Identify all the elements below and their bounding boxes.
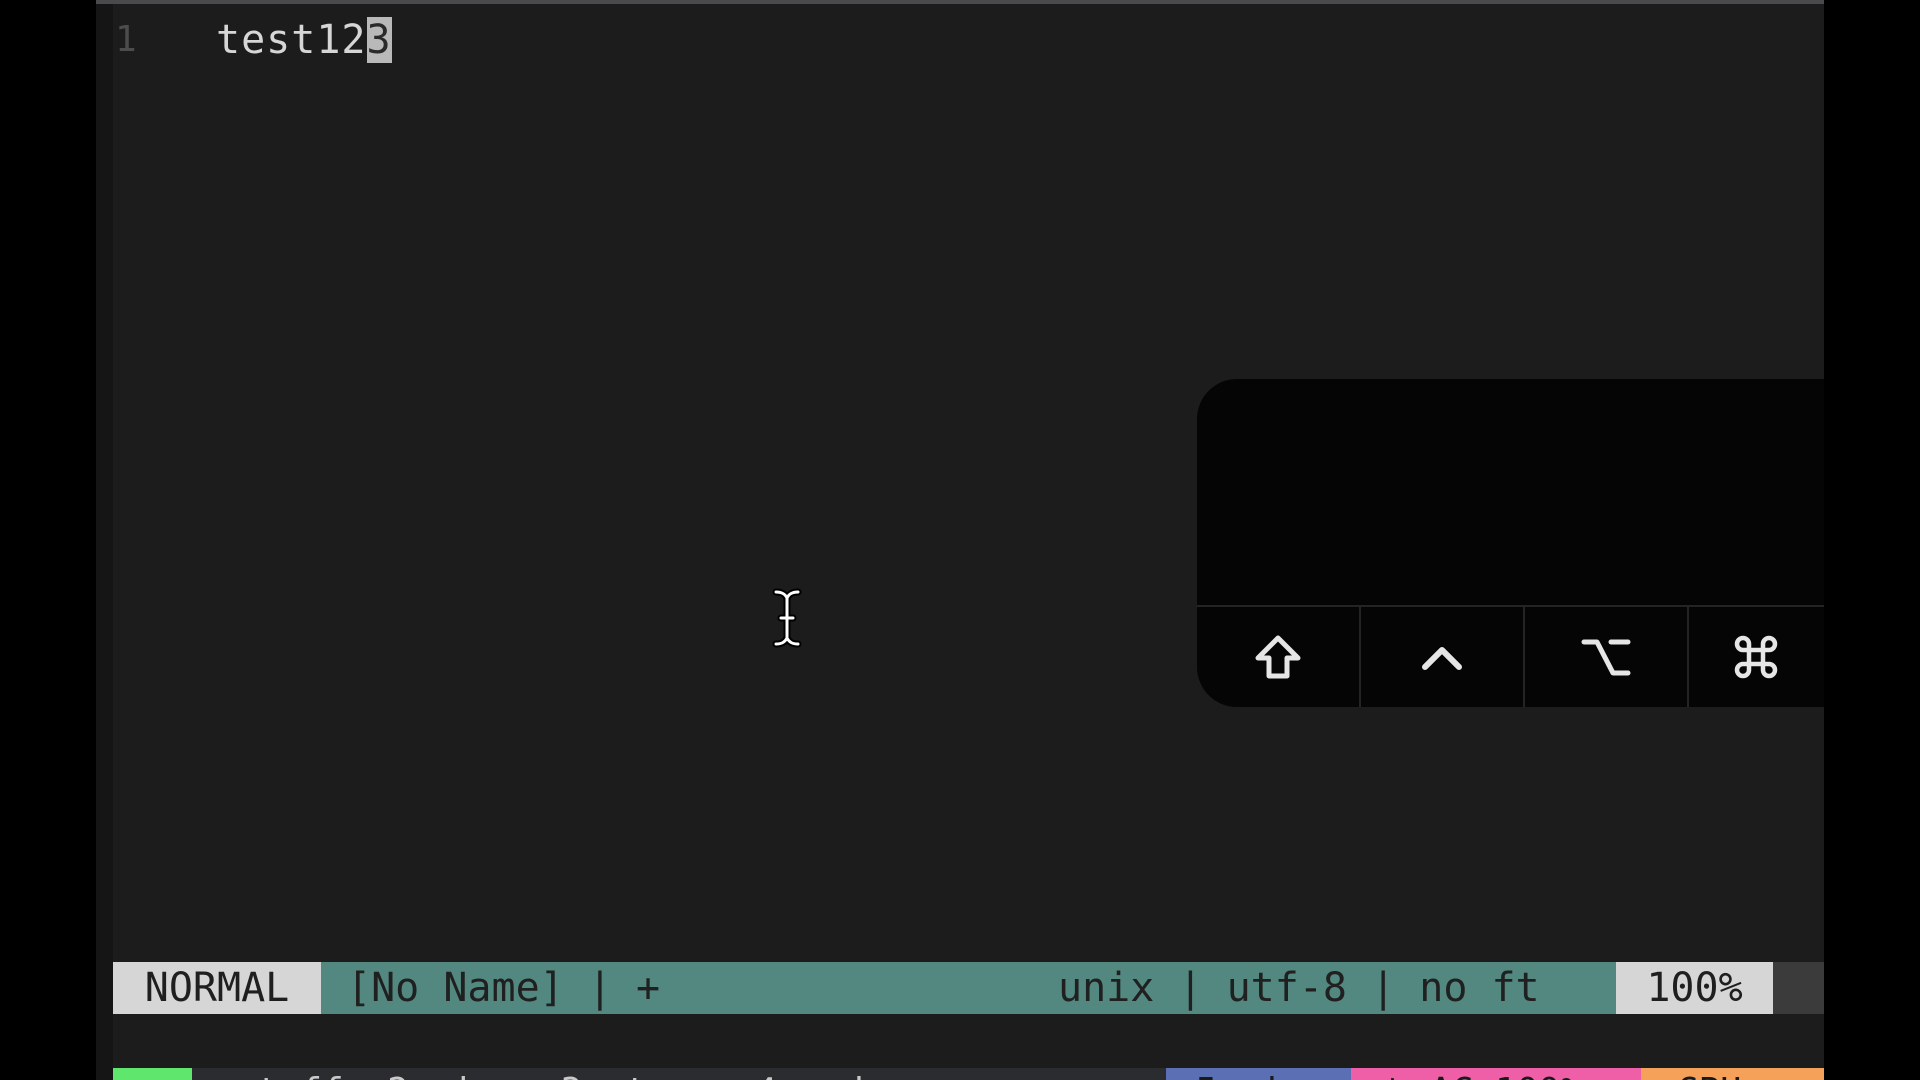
block-cursor: 3: [366, 17, 392, 63]
left-gutter: [96, 4, 113, 1080]
control-key: [1361, 607, 1525, 707]
tmux-session-segment: [113, 1068, 192, 1080]
command-key: [1689, 607, 1822, 707]
keystroke-display: [1197, 379, 1824, 605]
ibeam-cursor-icon: [772, 588, 802, 648]
tmux-windows-segment[interactable]: t ff 2 ·i 3 t 4 ·d: [192, 1068, 1166, 1080]
control-icon: [1422, 647, 1462, 670]
tmux-cpu-segment: CPU: [1641, 1068, 1824, 1080]
tmux-battery-label: ↯ AC 100%: [1365, 1072, 1582, 1080]
line-number: 1: [115, 19, 137, 60]
keystroke-overlay: [1197, 379, 1824, 707]
scroll-percent: 100%: [1616, 962, 1773, 1014]
file-name: [No Name] | +: [347, 965, 661, 1011]
tmux-window-active[interactable]: 5 ·i: [1166, 1068, 1351, 1080]
line-text[interactable]: test123: [216, 14, 392, 66]
option-icon: [1581, 639, 1631, 676]
statusline-end: [1773, 962, 1824, 1014]
screen: 1 test123 NORMAL [No Name] | + unix | ut…: [0, 0, 1920, 1080]
tmux-status-bar: t ff 2 ·i 3 t 4 ·d 5 ·i ↯ AC 100% CPU: [113, 1068, 1824, 1080]
tmux-active-window-label: 5 ·i: [1174, 1072, 1283, 1080]
mode-indicator: NORMAL: [113, 962, 321, 1014]
vim-statusline: NORMAL [No Name] | + unix | utf-8 | no f…: [113, 962, 1824, 1014]
file-info: unix | utf-8 | no ft: [1058, 965, 1540, 1011]
line-text-content: test12: [216, 17, 367, 63]
command-icon: [1734, 635, 1777, 679]
shift-key: [1197, 607, 1361, 707]
tmux-cpu-label: CPU: [1655, 1072, 1742, 1080]
modifier-key-row: [1197, 605, 1824, 707]
buffer-line[interactable]: 1 test123: [113, 14, 392, 66]
shift-icon: [1255, 635, 1301, 679]
option-key: [1525, 607, 1689, 707]
tmux-battery-segment: ↯ AC 100%: [1351, 1068, 1641, 1080]
tmux-window-list: t ff 2 ·i 3 t 4 ·d: [192, 1072, 864, 1080]
